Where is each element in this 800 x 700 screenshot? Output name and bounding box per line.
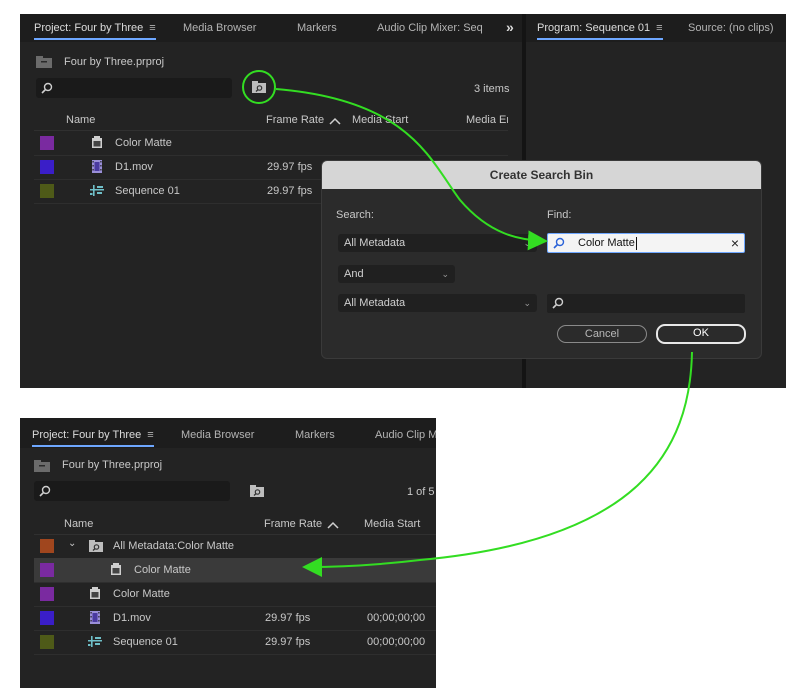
annotation-arrow-1 bbox=[275, 88, 548, 251]
highlight-circle bbox=[242, 70, 276, 104]
annotation-overlay bbox=[242, 70, 693, 577]
annotation-arrow-2 bbox=[302, 351, 693, 577]
